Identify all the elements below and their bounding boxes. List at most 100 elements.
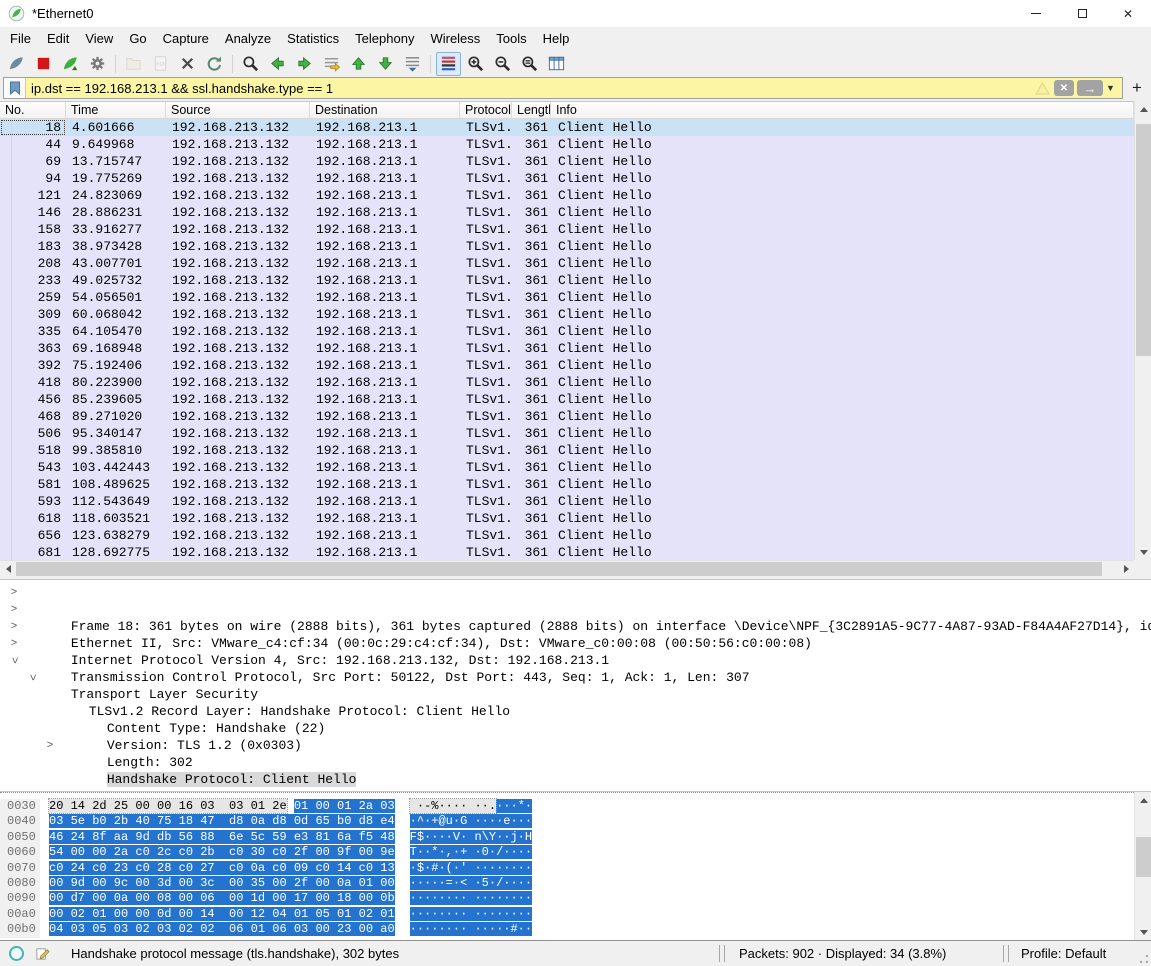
column-header-length[interactable]: Length <box>512 102 551 118</box>
menu-view[interactable]: View <box>77 28 121 50</box>
packet-row[interactable]: 456 85.239605 192.168.213.132 192.168.21… <box>0 391 1134 408</box>
hex-row[interactable]: 0030 20 14 2d 25 00 00 16 03 03 01 2e 01… <box>0 799 1134 814</box>
packet-row[interactable]: 681 128.692775 192.168.213.132 192.168.2… <box>0 544 1134 561</box>
add-filter-button[interactable]: + <box>1126 77 1148 99</box>
go-forward-icon[interactable] <box>292 52 317 76</box>
find-packet-icon[interactable] <box>238 52 263 76</box>
column-header-info[interactable]: Info <box>551 102 1134 118</box>
column-header-source[interactable]: Source <box>166 102 310 118</box>
packet-list-hscroll-thumb[interactable] <box>16 562 1102 576</box>
packet-row[interactable]: 69 13.715747 192.168.213.132 192.168.213… <box>0 153 1134 170</box>
menu-wireless[interactable]: Wireless <box>422 28 488 50</box>
minimize-button[interactable] <box>1013 0 1059 27</box>
packet-row[interactable]: 581 108.489625 192.168.213.132 192.168.2… <box>0 476 1134 493</box>
menu-statistics[interactable]: Statistics <box>279 28 347 50</box>
display-filter-field[interactable]: ▼ <box>3 77 1123 99</box>
go-to-last-packet-icon[interactable] <box>373 52 398 76</box>
expander-icon[interactable] <box>8 635 20 652</box>
close-button[interactable] <box>1105 0 1151 27</box>
scroll-right-icon[interactable] <box>1118 561 1134 577</box>
hex-row[interactable]: 00a0 00 02 01 00 00 0d 00 14 00 12 04 01… <box>0 907 1134 922</box>
packet-list-scroll-thumb[interactable] <box>1136 124 1151 356</box>
start-capture-icon[interactable] <box>4 52 29 76</box>
detail-line[interactable]: Content Type: Handshake (22) <box>0 686 1151 703</box>
column-header-protocol[interactable]: Protocol <box>460 102 512 118</box>
packet-list-horizontal-scrollbar[interactable] <box>0 560 1134 576</box>
detail-line[interactable]: Internet Protocol Version 4, Src: 192.16… <box>0 618 1151 635</box>
hex-row[interactable]: 0040 03 5e b0 2b 40 75 18 47 d8 0a d8 0d… <box>0 814 1134 829</box>
menu-edit[interactable]: Edit <box>39 28 77 50</box>
stop-capture-icon[interactable] <box>31 52 56 76</box>
detail-line[interactable]: Transport Layer Security <box>0 652 1151 669</box>
packet-row[interactable]: 158 33.916277 192.168.213.132 192.168.21… <box>0 221 1134 238</box>
capture-comment-icon[interactable] <box>35 946 50 961</box>
zoom-100-icon[interactable] <box>517 52 542 76</box>
filter-dropdown-icon[interactable]: ▼ <box>1106 83 1120 93</box>
hex-row[interactable]: 0070 c0 24 c0 23 c0 28 c0 27 c0 0a c0 09… <box>0 861 1134 876</box>
menu-help[interactable]: Help <box>535 28 578 50</box>
packet-row[interactable]: 18 4.601666 192.168.213.132 192.168.213.… <box>0 119 1134 136</box>
resize-grip[interactable] <box>1140 955 1148 963</box>
display-filter-input[interactable] <box>26 79 1035 97</box>
scroll-left-icon[interactable] <box>0 561 16 577</box>
column-header-time[interactable]: Time <box>66 102 166 118</box>
packet-list-vertical-scrollbar[interactable] <box>1134 101 1151 560</box>
resize-columns-icon[interactable] <box>544 52 569 76</box>
zoom-in-icon[interactable] <box>463 52 488 76</box>
filter-bookmark-icon[interactable] <box>4 78 26 98</box>
column-header-destination[interactable]: Destination <box>310 102 460 118</box>
menu-file[interactable]: File <box>2 28 39 50</box>
detail-line[interactable]: Transmission Control Protocol, Src Port:… <box>0 635 1151 652</box>
expander-icon[interactable] <box>8 584 20 601</box>
go-to-packet-icon[interactable] <box>319 52 344 76</box>
scroll-down-icon[interactable] <box>1135 544 1151 560</box>
detail-line[interactable]: Length: 302 <box>0 720 1151 737</box>
restart-capture-icon[interactable] <box>58 52 83 76</box>
packet-row[interactable]: 618 118.603521 192.168.213.132 192.168.2… <box>0 510 1134 527</box>
packet-row[interactable]: 518 99.385810 192.168.213.132 192.168.21… <box>0 442 1134 459</box>
expander-icon[interactable] <box>8 601 20 618</box>
hex-row[interactable]: 00b0 04 03 05 03 02 03 02 02 06 01 06 03… <box>0 922 1134 937</box>
go-to-first-packet-icon[interactable] <box>346 52 371 76</box>
filter-apply-button[interactable] <box>1077 80 1103 96</box>
detail-line[interactable]: Ethernet II, Src: VMware_c4:cf:34 (00:0c… <box>0 601 1151 618</box>
packet-row[interactable]: 656 123.638279 192.168.213.132 192.168.2… <box>0 527 1134 544</box>
detail-line[interactable]: Version: TLS 1.2 (0x0303) <box>0 703 1151 720</box>
menu-telephony[interactable]: Telephony <box>347 28 422 50</box>
menu-capture[interactable]: Capture <box>155 28 217 50</box>
auto-scroll-icon[interactable] <box>400 52 425 76</box>
column-header-no[interactable]: No. <box>0 102 66 118</box>
menu-tools[interactable]: Tools <box>488 28 534 50</box>
menu-analyze[interactable]: Analyze <box>217 28 279 50</box>
filter-clear-button[interactable] <box>1054 80 1074 96</box>
packet-row[interactable]: 468 89.271020 192.168.213.132 192.168.21… <box>0 408 1134 425</box>
expert-info-icon[interactable] <box>9 946 24 961</box>
packet-row[interactable]: 44 9.649968 192.168.213.132 192.168.213.… <box>0 136 1134 153</box>
maximize-button[interactable] <box>1059 0 1105 27</box>
hex-scroll-thumb[interactable] <box>1136 837 1151 877</box>
packet-row[interactable]: 543 103.442443 192.168.213.132 192.168.2… <box>0 459 1134 476</box>
scroll-down-icon[interactable] <box>1135 924 1151 940</box>
close-file-icon[interactable] <box>175 52 200 76</box>
go-back-icon[interactable] <box>265 52 290 76</box>
expander-icon[interactable] <box>26 669 38 686</box>
packet-row[interactable]: 392 75.192406 192.168.213.132 192.168.21… <box>0 357 1134 374</box>
hex-row[interactable]: 0050 46 24 8f aa 9d db 56 88 6e 5c 59 e3… <box>0 830 1134 845</box>
packet-row[interactable]: 183 38.973428 192.168.213.132 192.168.21… <box>0 238 1134 255</box>
colorize-packets-icon[interactable] <box>436 52 461 76</box>
scroll-up-icon[interactable] <box>1135 101 1151 117</box>
menu-go[interactable]: Go <box>121 28 154 50</box>
packet-row[interactable]: 259 54.056501 192.168.213.132 192.168.21… <box>0 289 1134 306</box>
packet-row[interactable]: 506 95.340147 192.168.213.132 192.168.21… <box>0 425 1134 442</box>
packet-row[interactable]: 335 64.105470 192.168.213.132 192.168.21… <box>0 323 1134 340</box>
packet-row[interactable]: 208 43.007701 192.168.213.132 192.168.21… <box>0 255 1134 272</box>
detail-line[interactable]: TLSv1.2 Record Layer: Handshake Protocol… <box>0 669 1151 686</box>
reload-icon[interactable] <box>202 52 227 76</box>
hex-row[interactable]: 0090 00 d7 00 0a 00 08 00 06 00 1d 00 17… <box>0 891 1134 906</box>
detail-line[interactable]: Frame 18: 361 bytes on wire (2888 bits),… <box>0 584 1151 601</box>
capture-options-icon[interactable] <box>85 52 110 76</box>
hex-row[interactable]: 0060 54 00 00 2a c0 2c c0 2b c0 30 c0 2f… <box>0 845 1134 860</box>
hex-row[interactable]: 0080 00 9d 00 9c 00 3d 00 3c 00 35 00 2f… <box>0 876 1134 891</box>
zoom-out-icon[interactable] <box>490 52 515 76</box>
packet-row[interactable]: 121 24.823069 192.168.213.132 192.168.21… <box>0 187 1134 204</box>
